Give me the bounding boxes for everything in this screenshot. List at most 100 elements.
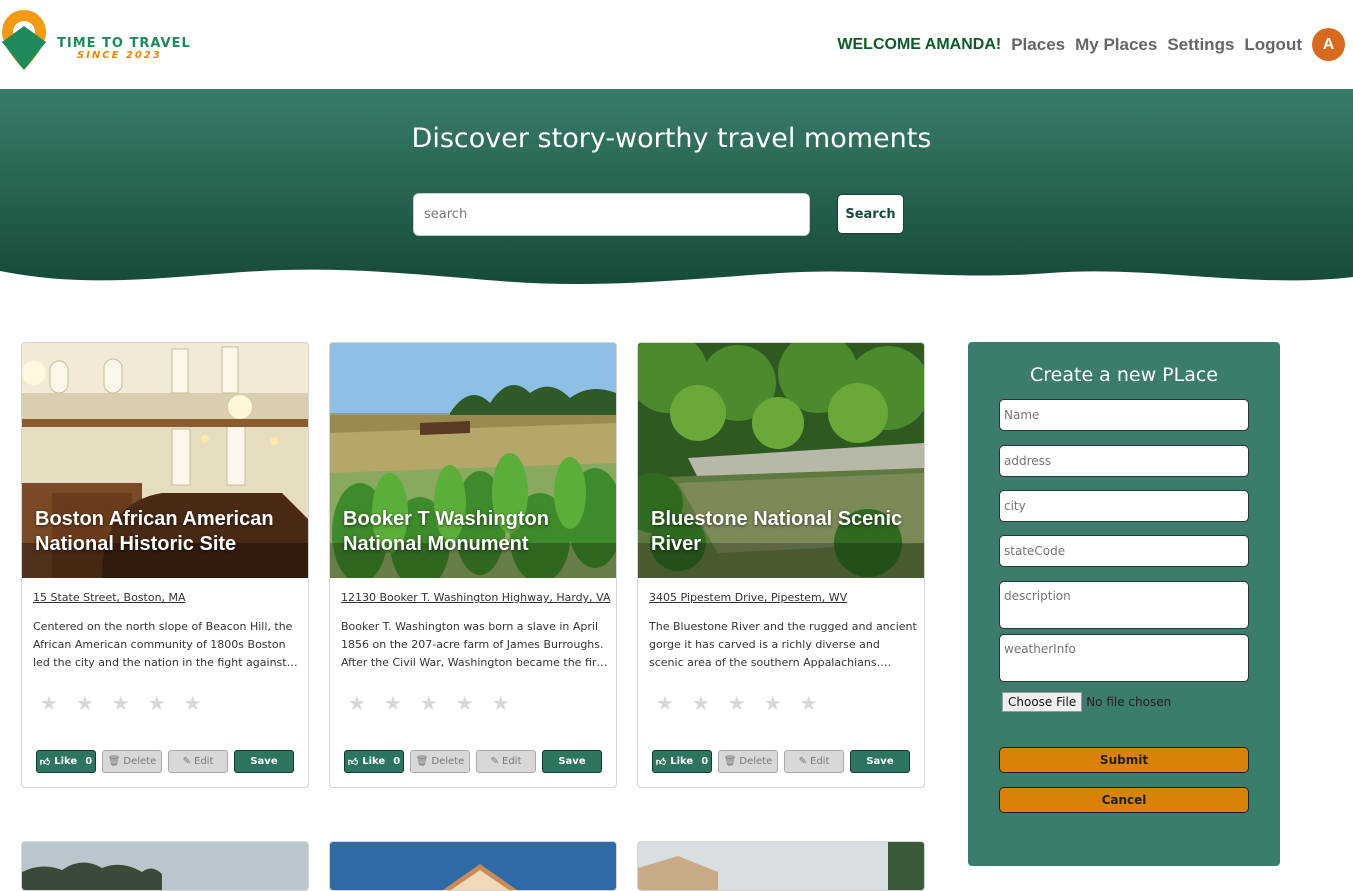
- save-button[interactable]: Save: [234, 750, 294, 773]
- delete-button[interactable]: 🗑︎ Delete: [718, 750, 778, 773]
- delete-button[interactable]: 🗑︎ Delete: [102, 750, 162, 773]
- star-icon[interactable]: ★: [800, 693, 818, 713]
- rating-stars[interactable]: ★ ★ ★ ★ ★: [348, 693, 510, 713]
- card-actions: 👍︎ Like 0 🗑︎ Delete ✎ Edit Save: [344, 750, 602, 773]
- nav-link-settings[interactable]: Settings: [1167, 35, 1234, 55]
- like-button[interactable]: 👍︎ Like 0: [344, 750, 404, 773]
- edit-icon: ✎: [182, 756, 191, 767]
- submit-button[interactable]: Submit: [999, 747, 1249, 773]
- hero-title: Discover story-worthy travel moments: [411, 123, 932, 154]
- welcome-message: WELCOME AMANDA!: [837, 35, 1002, 53]
- like-count: 0: [701, 756, 709, 767]
- edit-button[interactable]: ✎ Edit: [476, 750, 536, 773]
- file-upload: Choose File No file chosen: [1002, 692, 1171, 712]
- delete-label: Delete: [431, 756, 465, 767]
- choose-file-button[interactable]: Choose File: [1002, 692, 1083, 712]
- like-label: Like: [54, 756, 78, 767]
- thumbs-up-icon: 👍︎: [655, 756, 667, 768]
- place-address-link[interactable]: 12130 Booker T. Washington Highway, Hard…: [341, 591, 611, 604]
- place-card: Booker T Washington National Monument 12…: [329, 342, 617, 788]
- star-icon[interactable]: ★: [764, 693, 782, 713]
- place-card: [329, 841, 617, 891]
- weather-info-field[interactable]: [999, 634, 1249, 682]
- trash-icon: 🗑︎: [415, 756, 429, 767]
- form-title: Create a new PLace: [1030, 364, 1218, 386]
- place-address-link[interactable]: 3405 Pipestem Drive, Pipestem, WV: [649, 591, 847, 604]
- card-actions: 👍︎ Like 0 🗑︎ Delete ✎ Edit Save: [36, 750, 294, 773]
- star-icon[interactable]: ★: [456, 693, 474, 713]
- place-title[interactable]: Bluestone National Scenic River: [651, 507, 921, 557]
- save-button[interactable]: Save: [542, 750, 602, 773]
- file-status: No file chosen: [1086, 695, 1172, 709]
- address-field[interactable]: [999, 445, 1249, 477]
- brand-title: TIME TO TRAVEL: [57, 36, 191, 51]
- edit-button[interactable]: ✎ Edit: [784, 750, 844, 773]
- place-card: [21, 841, 309, 891]
- edit-icon: ✎: [798, 756, 807, 767]
- star-icon[interactable]: ★: [420, 693, 438, 713]
- like-label: Like: [362, 756, 386, 767]
- place-title[interactable]: Boston African American National Histori…: [35, 507, 305, 557]
- nav-menu: WELCOME AMANDA! Places My Places Setting…: [837, 28, 1345, 61]
- save-button[interactable]: Save: [850, 750, 910, 773]
- thumbs-up-icon: 👍︎: [347, 756, 359, 768]
- create-place-panel: Create a new PLace Choose File No file c…: [968, 342, 1280, 866]
- like-count: 0: [85, 756, 93, 767]
- cancel-button[interactable]: Cancel: [999, 787, 1249, 813]
- delete-label: Delete: [739, 756, 773, 767]
- star-icon[interactable]: ★: [492, 693, 510, 713]
- star-icon[interactable]: ★: [728, 693, 746, 713]
- edit-icon: ✎: [490, 756, 499, 767]
- edit-label: Edit: [502, 756, 522, 767]
- name-field[interactable]: [999, 399, 1249, 431]
- edit-button[interactable]: ✎ Edit: [168, 750, 228, 773]
- star-icon[interactable]: ★: [112, 693, 130, 713]
- place-description: Booker T. Washington was born a slave in…: [341, 620, 607, 669]
- place-card: Bluestone National Scenic River 3405 Pip…: [637, 342, 925, 788]
- brand-subtitle: SINCE 2023: [77, 50, 162, 61]
- logo-pin-icon: [2, 10, 46, 70]
- star-icon[interactable]: ★: [656, 693, 674, 713]
- trash-icon: 🗑︎: [723, 756, 737, 767]
- search-input[interactable]: [413, 193, 810, 236]
- delete-label: Delete: [123, 756, 157, 767]
- star-icon[interactable]: ★: [148, 693, 166, 713]
- place-image[interactable]: [22, 842, 309, 891]
- edit-label: Edit: [194, 756, 214, 767]
- place-image[interactable]: [638, 842, 925, 891]
- edit-label: Edit: [810, 756, 830, 767]
- place-title[interactable]: Booker T Washington National Monument: [343, 507, 613, 557]
- like-count: 0: [393, 756, 401, 767]
- star-icon[interactable]: ★: [384, 693, 402, 713]
- hero-background: [0, 89, 1353, 284]
- delete-button[interactable]: 🗑︎ Delete: [410, 750, 470, 773]
- star-icon[interactable]: ★: [184, 693, 202, 713]
- trash-icon: 🗑︎: [107, 756, 121, 767]
- rating-stars[interactable]: ★ ★ ★ ★ ★: [40, 693, 202, 713]
- like-button[interactable]: 👍︎ Like 0: [36, 750, 96, 773]
- rating-stars[interactable]: ★ ★ ★ ★ ★: [656, 693, 818, 713]
- navbar: TIME TO TRAVEL SINCE 2023 WELCOME AMANDA…: [0, 0, 1353, 89]
- nav-link-places[interactable]: Places: [1011, 35, 1065, 55]
- avatar[interactable]: A: [1312, 28, 1345, 61]
- place-image[interactable]: [330, 842, 617, 891]
- star-icon[interactable]: ★: [348, 693, 366, 713]
- star-icon[interactable]: ★: [40, 693, 58, 713]
- card-actions: 👍︎ Like 0 🗑︎ Delete ✎ Edit Save: [652, 750, 910, 773]
- city-field[interactable]: [999, 490, 1249, 522]
- hero-banner: Discover story-worthy travel moments Sea…: [0, 89, 1353, 289]
- like-button[interactable]: 👍︎ Like 0: [652, 750, 712, 773]
- place-description: The Bluestone River and the rugged and a…: [649, 620, 917, 669]
- place-address-link[interactable]: 15 State Street, Boston, MA: [33, 591, 186, 604]
- nav-link-logout[interactable]: Logout: [1244, 35, 1302, 55]
- thumbs-up-icon: 👍︎: [39, 756, 51, 768]
- description-field[interactable]: [999, 581, 1249, 629]
- search-button[interactable]: Search: [837, 194, 904, 234]
- star-icon[interactable]: ★: [76, 693, 94, 713]
- place-card: Boston African American National Histori…: [21, 342, 309, 788]
- star-icon[interactable]: ★: [692, 693, 710, 713]
- brand-logo[interactable]: TIME TO TRAVEL SINCE 2023: [0, 8, 195, 78]
- state-code-field[interactable]: [999, 535, 1249, 567]
- nav-link-my-places[interactable]: My Places: [1075, 35, 1157, 55]
- like-label: Like: [670, 756, 694, 767]
